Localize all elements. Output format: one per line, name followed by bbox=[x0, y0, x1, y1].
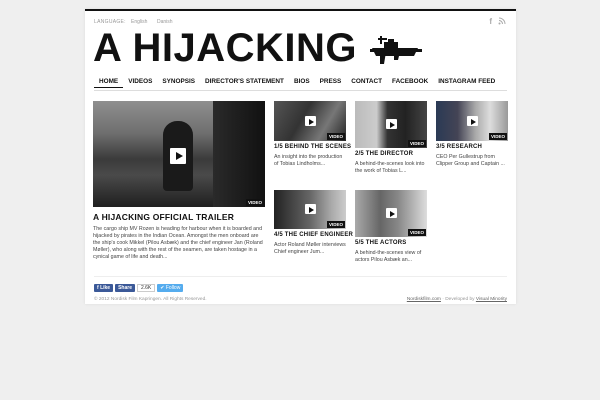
nav-instagram-feed[interactable]: INSTAGRAM FEED bbox=[433, 75, 500, 88]
card-desc: An insight into the production of Tobias… bbox=[274, 154, 343, 167]
card-title[interactable]: 4/5 THE CHIEF ENGINEER bbox=[274, 232, 353, 238]
video-thumbnail-the-chief-engineer[interactable]: VIDEO bbox=[274, 190, 346, 229]
site-logo-text[interactable]: A HIJACKING bbox=[93, 28, 357, 68]
language-english-link[interactable]: English bbox=[131, 19, 147, 25]
play-icon[interactable] bbox=[305, 116, 316, 126]
featured-video-desc: The cargo ship MV Rozen is heading for h… bbox=[93, 226, 263, 260]
card-title[interactable]: 3/5 RESEARCH bbox=[436, 144, 482, 150]
twitter-follow-button[interactable]: ✔ Follow bbox=[157, 284, 184, 292]
visual-minority-link[interactable]: Visual Minority bbox=[476, 297, 507, 302]
video-thumbnail-research[interactable]: VIDEO bbox=[436, 101, 508, 141]
copyright-text: © 2012 Nordisk Film Kapringen. All Right… bbox=[94, 297, 207, 302]
card-desc: Actor Roland Møller interviews Chief eng… bbox=[274, 242, 346, 255]
footer-credits: Nordiskfilm.com · Developed by Visual Mi… bbox=[407, 297, 507, 302]
video-badge: VIDEO bbox=[326, 221, 345, 228]
play-icon[interactable] bbox=[386, 119, 397, 129]
nav-press[interactable]: PRESS bbox=[315, 75, 347, 88]
social-buttons: f Like Share 2.6K ✔ Follow bbox=[94, 284, 184, 292]
video-badge: VIDEO bbox=[326, 133, 345, 140]
video-badge: VIDEO bbox=[407, 229, 426, 236]
follow-label: Follow bbox=[165, 285, 181, 291]
footer-divider bbox=[94, 276, 507, 277]
facebook-like-button[interactable]: f Like bbox=[94, 284, 114, 292]
video-thumbnail-the-actors[interactable]: VIDEO bbox=[355, 190, 427, 237]
featured-video-title[interactable]: A HIJACKING OFFICIAL TRAILER bbox=[93, 212, 234, 222]
play-icon[interactable] bbox=[170, 148, 186, 164]
nav-home[interactable]: HOME bbox=[94, 75, 124, 88]
card-desc: A behind-the-scenes look into the work o… bbox=[355, 161, 425, 174]
like-label: Like bbox=[100, 285, 111, 291]
video-badge: VIDEO bbox=[245, 199, 264, 206]
featured-video-ship-side bbox=[213, 101, 265, 207]
nav-synopsis[interactable]: SYNOPSIS bbox=[157, 75, 200, 88]
ship-gun-logo-icon bbox=[370, 36, 422, 64]
language-label: LANGUAGE: bbox=[94, 19, 126, 25]
social-links: f bbox=[489, 17, 506, 27]
nav-contact[interactable]: CONTACT bbox=[346, 75, 387, 88]
card-title[interactable]: 1/5 BEHIND THE SCENES bbox=[274, 144, 351, 150]
nav-facebook[interactable]: FACEBOOK bbox=[387, 75, 433, 88]
play-icon[interactable] bbox=[305, 204, 316, 214]
card-desc: CEO Per Gullestrup from Clipper Group an… bbox=[436, 154, 505, 167]
video-thumbnail-behind-the-scenes[interactable]: VIDEO bbox=[274, 101, 346, 141]
language-danish-link[interactable]: Danish bbox=[157, 19, 173, 25]
share-count: 2.6K bbox=[136, 284, 156, 292]
card-desc: A behind-the-scenes view of actors Pilou… bbox=[355, 250, 422, 263]
nav-bios[interactable]: BIOS bbox=[289, 75, 315, 88]
rss-icon[interactable] bbox=[498, 17, 506, 27]
play-icon[interactable] bbox=[467, 116, 478, 126]
page-container: LANGUAGE: English Danish f A HIJACKING H… bbox=[85, 9, 516, 304]
featured-video-thumbnail[interactable]: VIDEO bbox=[93, 101, 265, 207]
video-badge: VIDEO bbox=[407, 140, 426, 147]
main-nav: HOME VIDEOS SYNOPSIS DIRECTOR'S STATEMEN… bbox=[94, 75, 507, 91]
facebook-icon[interactable]: f bbox=[489, 17, 492, 27]
card-title[interactable]: 5/5 THE ACTORS bbox=[355, 240, 406, 246]
facebook-share-button[interactable]: Share bbox=[115, 284, 135, 292]
video-badge: VIDEO bbox=[488, 133, 507, 140]
nav-directors-statement[interactable]: DIRECTOR'S STATEMENT bbox=[200, 75, 289, 88]
card-title[interactable]: 2/5 THE DIRECTOR bbox=[355, 151, 413, 157]
developed-by-text: · Developed by bbox=[442, 297, 475, 302]
nordiskfilm-link[interactable]: Nordiskfilm.com bbox=[407, 297, 441, 302]
video-thumbnail-the-director[interactable]: VIDEO bbox=[355, 101, 427, 148]
play-icon[interactable] bbox=[386, 208, 397, 218]
nav-videos[interactable]: VIDEOS bbox=[123, 75, 157, 88]
